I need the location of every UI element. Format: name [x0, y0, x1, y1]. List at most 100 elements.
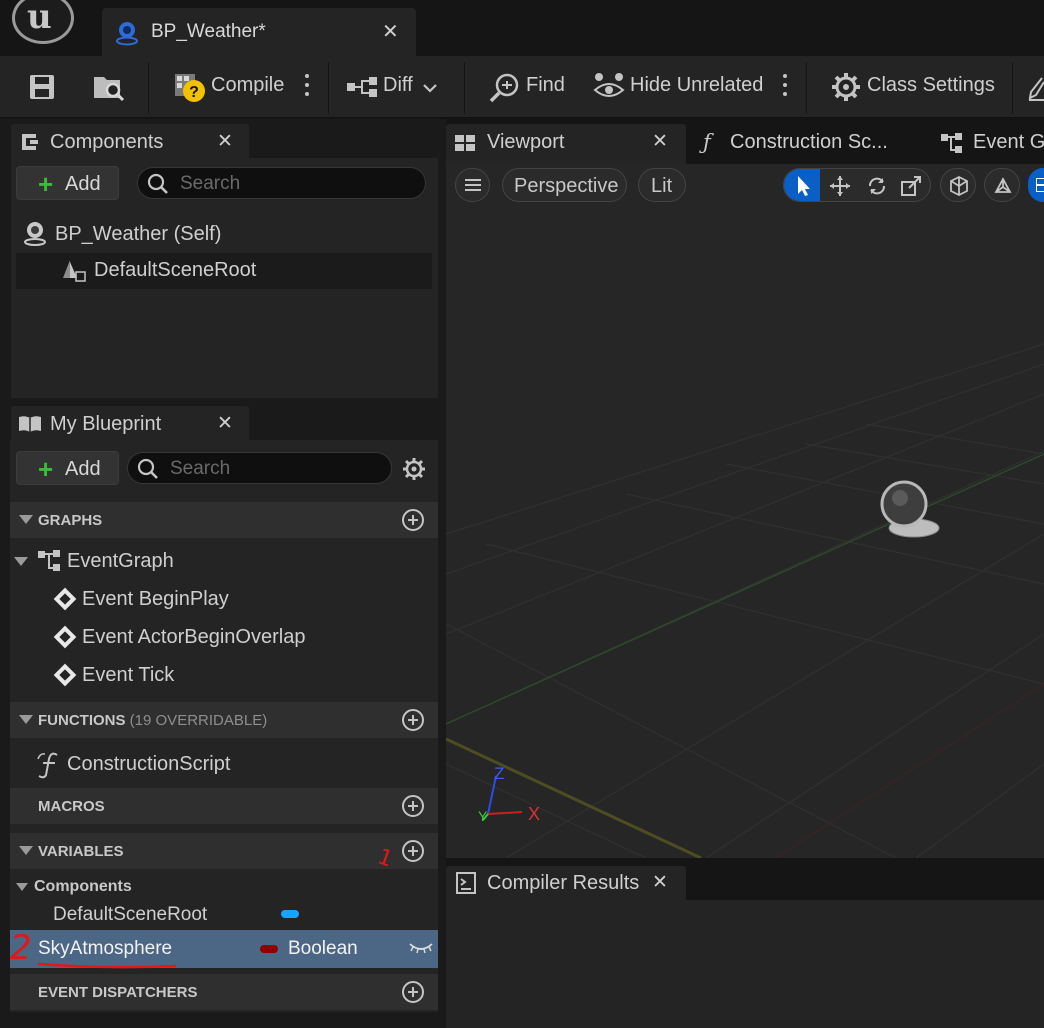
actor-sphere-icon[interactable]	[876, 476, 946, 542]
variable-item-sky-atmosphere[interactable]: SkyAtmosphere	[38, 938, 172, 960]
close-components-icon[interactable]: ✕	[217, 130, 233, 153]
close-my-blueprint-icon[interactable]: ✕	[217, 412, 233, 435]
tree-item-self[interactable]: BP_Weather (Self)	[55, 223, 221, 246]
class-defaults-icon[interactable]	[1028, 76, 1044, 102]
axis-z-label: Z	[494, 764, 505, 783]
close-viewport-icon[interactable]: ✕	[652, 130, 668, 153]
my-blueprint-search-input[interactable]: Search	[127, 452, 392, 484]
components-icon	[22, 134, 38, 150]
function-icon: ƒ	[703, 130, 711, 154]
event-item[interactable]: Event Tick	[82, 664, 174, 687]
coordinate-space-icon	[950, 175, 968, 197]
close-compiler-results-icon[interactable]: ✕	[652, 871, 668, 894]
tab-my-blueprint[interactable]: My Blueprint ✕	[11, 406, 249, 440]
search-icon	[147, 173, 168, 194]
add-blueprint-item-button[interactable]: + Add	[16, 451, 119, 485]
variable-item-default-scene-root[interactable]: DefaultSceneRoot	[53, 904, 207, 926]
hide-unrelated-icon[interactable]	[593, 72, 625, 102]
graphs-label: GRAPHS	[38, 512, 103, 529]
construction-script-item[interactable]: ConstructionScript	[67, 753, 230, 776]
add-macro-icon[interactable]	[402, 795, 424, 817]
variables-section-header[interactable]: VARIABLES	[10, 833, 438, 869]
event-graph-item[interactable]: EventGraph	[67, 550, 174, 573]
tab-construction-script[interactable]: Construction Sc...	[730, 131, 888, 154]
tab-components[interactable]: Components ✕	[11, 124, 249, 158]
rotate-icon[interactable]	[866, 175, 888, 197]
browse-icon[interactable]	[92, 71, 126, 103]
hide-unrelated-button[interactable]: Hide Unrelated	[630, 74, 763, 97]
class-settings-button[interactable]: Class Settings	[867, 74, 995, 97]
svg-text:?: ?	[189, 84, 199, 101]
collapse-triangle-icon[interactable]	[19, 846, 33, 855]
title-bar: u BP_Weather* ✕	[0, 0, 1044, 56]
tab-viewport[interactable]: Viewport ✕	[446, 124, 686, 164]
collapse-triangle-icon[interactable]	[19, 715, 33, 724]
macros-section-header[interactable]: MACROS	[10, 788, 438, 824]
collapse-triangle-icon[interactable]	[14, 557, 28, 566]
eye-closed-icon[interactable]	[408, 941, 434, 955]
compiler-results-panel	[446, 900, 1044, 1028]
move-icon[interactable]	[829, 175, 851, 197]
collapse-triangle-icon[interactable]	[16, 883, 28, 891]
add-function-icon[interactable]	[402, 709, 424, 731]
event-dispatchers-section-header[interactable]: EVENT DISPATCHERS	[10, 974, 438, 1010]
gear-icon[interactable]	[831, 72, 861, 102]
find-button[interactable]: Find	[526, 74, 565, 97]
close-tab-icon[interactable]: ✕	[382, 19, 399, 44]
find-icon[interactable]	[488, 72, 520, 104]
scale-icon[interactable]	[900, 175, 922, 197]
tab-components-label: Components	[50, 131, 164, 153]
compile-options-icon[interactable]	[305, 74, 309, 101]
event-item[interactable]: Event ActorBeginOverlap	[82, 626, 305, 649]
diff-icon[interactable]	[346, 76, 380, 98]
compile-button[interactable]: Compile	[211, 74, 284, 97]
document-tab[interactable]: BP_Weather* ✕	[102, 8, 416, 56]
collapse-triangle-icon[interactable]	[19, 515, 33, 524]
tab-viewport-label: Viewport	[487, 131, 565, 153]
gear-icon[interactable]	[402, 457, 426, 481]
my-blueprint-search-placeholder: Search	[170, 458, 231, 479]
lit-button[interactable]: Lit	[638, 168, 686, 202]
add-variable-icon[interactable]	[402, 840, 424, 862]
save-icon[interactable]	[28, 73, 56, 101]
actor-self-icon	[24, 222, 46, 246]
components-category-label[interactable]: Components	[34, 878, 132, 896]
document-title: BP_Weather*	[151, 21, 266, 42]
hide-unrelated-options-icon[interactable]	[783, 74, 787, 101]
viewport-menu-button[interactable]	[455, 168, 490, 202]
graphs-section-header[interactable]: GRAPHS	[10, 502, 438, 538]
components-search-placeholder: Search	[180, 173, 241, 194]
tab-compiler-results-label: Compiler Results	[487, 872, 640, 894]
perspective-button[interactable]: Perspective	[502, 168, 627, 202]
search-icon	[137, 458, 158, 479]
annotation-mark-2: 2	[10, 928, 32, 968]
diff-button[interactable]: Diff	[383, 74, 413, 97]
object-reference-type-pill	[281, 910, 299, 918]
toolbar: ? Compile Diff Find Hide Unrelated Class…	[0, 56, 1044, 118]
functions-section-header[interactable]: FUNCTIONS (19 OVERRIDABLE)	[10, 702, 438, 738]
tree-item-default-scene-root[interactable]: DefaultSceneRoot	[94, 259, 256, 282]
add-component-button[interactable]: + Add	[16, 166, 119, 200]
tab-event-graph[interactable]: Event Gr	[973, 131, 1044, 154]
viewport-icon	[455, 135, 475, 151]
compile-status-icon[interactable]: ?	[175, 70, 207, 104]
world-local-toggle[interactable]	[940, 168, 976, 202]
boolean-type-pill[interactable]	[260, 945, 278, 953]
tab-compiler-results[interactable]: Compiler Results ✕	[446, 866, 686, 900]
annotation-underline	[37, 962, 177, 969]
unreal-logo-icon[interactable]: u	[12, 0, 74, 44]
event-item[interactable]: Event BeginPlay	[82, 588, 229, 611]
surface-snapping-toggle[interactable]	[984, 168, 1020, 202]
add-component-label: Add	[65, 173, 101, 195]
select-cursor-icon[interactable]	[796, 175, 812, 197]
grid-icon	[1036, 178, 1044, 192]
add-event-dispatcher-icon[interactable]	[402, 981, 424, 1003]
tab-my-blueprint-label: My Blueprint	[50, 413, 162, 435]
components-search-input[interactable]: Search	[137, 167, 426, 199]
function-icon	[37, 752, 58, 779]
viewport-canvas[interactable]: Z X Y Perspective Lit	[446, 164, 1044, 858]
chevron-down-icon[interactable]	[422, 83, 438, 93]
add-graph-icon[interactable]	[402, 509, 424, 531]
variable-type-label[interactable]: Boolean	[288, 938, 358, 960]
event-graph-icon	[38, 550, 60, 571]
